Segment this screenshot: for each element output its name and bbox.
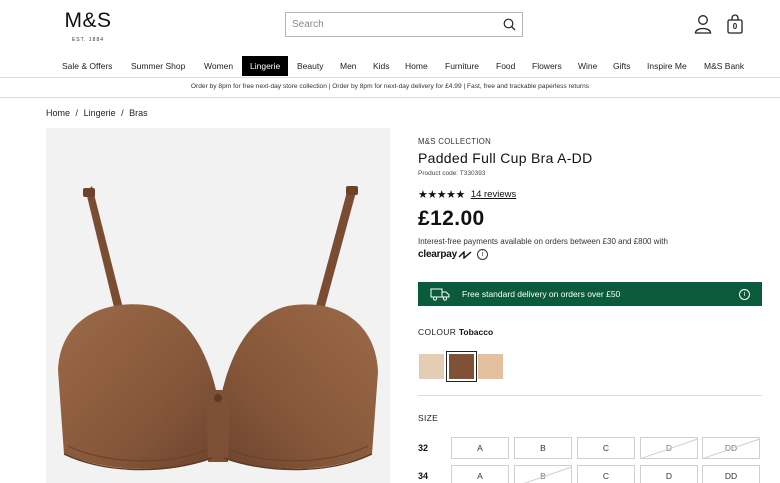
size-34b[interactable]: B <box>514 465 572 483</box>
nav-men[interactable]: Men <box>340 56 357 76</box>
nav-food[interactable]: Food <box>496 56 515 76</box>
breadcrumb-bras[interactable]: Bras <box>129 108 148 118</box>
nav-women[interactable]: Women <box>204 56 233 76</box>
clearpay-info-icon[interactable]: i <box>477 249 488 260</box>
clearpay-logo: clearpay <box>418 249 457 260</box>
search-bar[interactable] <box>285 12 523 37</box>
main-nav: Sale & Offers Summer Shop Women Lingerie… <box>0 56 780 76</box>
promo-bar[interactable]: Order by 8pm for free next-day store col… <box>0 78 780 96</box>
truck-icon <box>430 288 450 301</box>
nav-lingerie[interactable]: Lingerie <box>242 56 289 76</box>
clearpay-arrows-icon <box>458 250 472 259</box>
breadcrumb: Home / Lingerie / Bras <box>46 108 151 118</box>
rating-row: ★★★★★ 14 reviews <box>418 188 516 201</box>
colour-label: COLOUR Tobacco <box>418 327 493 337</box>
size-34a[interactable]: A <box>451 465 509 483</box>
account-icon[interactable] <box>694 14 712 34</box>
ms-logo[interactable]: M&S EST. 1884 <box>58 8 118 43</box>
breadcrumb-home[interactable]: Home <box>46 108 70 118</box>
size-32d[interactable]: D <box>640 437 698 459</box>
star-rating: ★★★★★ <box>418 189 465 201</box>
clearpay-row: clearpay i <box>418 249 488 260</box>
size-32c[interactable]: C <box>577 437 635 459</box>
size-label: SIZE <box>418 413 439 423</box>
nav-inspire-me[interactable]: Inspire Me <box>647 56 687 76</box>
promo-divider <box>0 97 780 98</box>
product-image[interactable] <box>46 128 390 483</box>
breadcrumb-lingerie[interactable]: Lingerie <box>84 108 116 118</box>
product-title: Padded Full Cup Bra A-DD <box>418 150 593 166</box>
colour-swatch-light-beige[interactable] <box>419 354 444 379</box>
nav-kids[interactable]: Kids <box>373 56 390 76</box>
search-icon[interactable] <box>503 18 516 31</box>
nav-flowers[interactable]: Flowers <box>532 56 562 76</box>
colour-swatch-tobacco[interactable] <box>446 351 477 382</box>
nav-furniture[interactable]: Furniture <box>445 56 479 76</box>
bra-illustration <box>58 186 378 471</box>
size-32dd[interactable]: DD <box>702 437 760 459</box>
size-32b[interactable]: B <box>514 437 572 459</box>
colour-heading: COLOUR <box>418 327 457 337</box>
size-34d[interactable]: D <box>640 465 698 483</box>
product-code: Product code: T330393 <box>418 170 486 177</box>
band-size-32: 32 <box>418 443 429 453</box>
bag-count: 0 <box>732 22 738 31</box>
search-input[interactable] <box>292 19 503 30</box>
delivery-text: Free standard delivery on orders over £5… <box>462 289 621 299</box>
size-34c[interactable]: C <box>577 465 635 483</box>
product-price: £12.00 <box>418 207 485 230</box>
breadcrumb-separator: / <box>75 108 79 118</box>
selected-colour: Tobacco <box>458 327 494 337</box>
band-size-34: 34 <box>418 471 429 481</box>
nav-beauty[interactable]: Beauty <box>297 56 323 76</box>
delivery-banner[interactable]: Free standard delivery on orders over £5… <box>418 282 762 306</box>
logo-text: M&S <box>64 9 112 32</box>
section-divider <box>418 395 762 396</box>
breadcrumb-separator: / <box>121 108 124 118</box>
nav-sale-offers[interactable]: Sale & Offers <box>62 56 112 76</box>
nav-wine[interactable]: Wine <box>578 56 597 76</box>
size-34dd[interactable]: DD <box>702 465 760 483</box>
colour-swatch-almond[interactable] <box>478 354 503 379</box>
clearpay-text: Interest-free payments available on orde… <box>418 237 668 246</box>
product-brand: M&S COLLECTION <box>418 137 492 146</box>
nav-gifts[interactable]: Gifts <box>613 56 630 76</box>
reviews-link[interactable]: 14 reviews <box>471 189 516 200</box>
size-32a[interactable]: A <box>451 437 509 459</box>
nav-ms-bank[interactable]: M&S Bank <box>704 56 744 76</box>
nav-summer-shop[interactable]: Summer Shop <box>131 56 185 76</box>
delivery-info-icon[interactable]: i <box>739 288 750 300</box>
nav-home[interactable]: Home <box>405 56 428 76</box>
logo-subtitle: EST. 1884 <box>71 37 105 43</box>
